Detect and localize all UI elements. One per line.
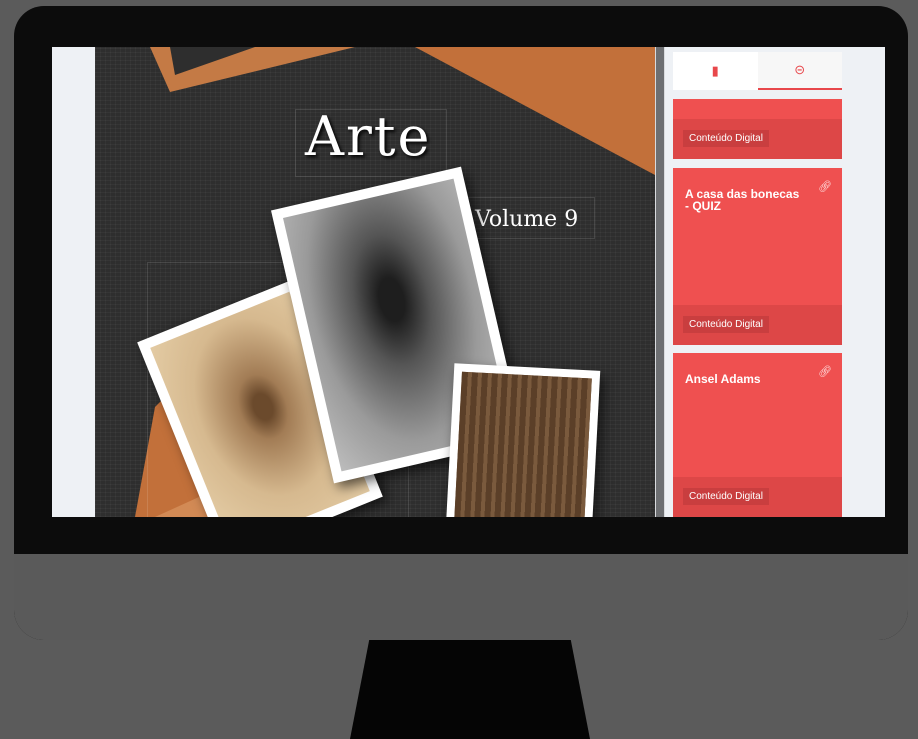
digital-content-badge[interactable]: Conteúdo Digital [683, 488, 769, 505]
screen: Arte Volume 9 ▮ ⊝ Conteúdo Digital 🔗︎ A … [52, 47, 885, 517]
card-title: Ansel Adams [685, 372, 761, 386]
link-icon[interactable]: 🔗︎ [818, 180, 832, 193]
resource-card[interactable]: Conteúdo Digital [673, 99, 842, 159]
card-footer: Conteúdo Digital [673, 305, 842, 345]
sidebar: ▮ ⊝ Conteúdo Digital 🔗︎ A casa das bonec… [665, 47, 885, 517]
card-footer: Conteúdo Digital [673, 477, 842, 517]
orange-triangle-top [415, 47, 655, 175]
sidebar-tabs: ▮ ⊝ [673, 52, 842, 90]
card-title: A casa das bonecas - QUIZ [685, 187, 800, 213]
link-icon[interactable]: 🔗︎ [818, 365, 832, 378]
link-icon: ⊝ [794, 62, 806, 77]
book-icon: ▮ [711, 63, 719, 78]
tab-links[interactable]: ⊝ [757, 52, 842, 90]
card-footer: Conteúdo Digital [673, 119, 842, 159]
digital-content-badge[interactable]: Conteúdo Digital [683, 130, 769, 147]
monitor-chin [14, 554, 908, 640]
cover-title: Arte [305, 105, 432, 168]
book-cover[interactable]: Arte Volume 9 [95, 47, 655, 517]
tab-book[interactable]: ▮ [673, 52, 758, 90]
scrollbar-thumb[interactable] [656, 47, 664, 517]
monitor-stand [350, 640, 590, 739]
resource-card[interactable]: 🔗︎ A casa das bonecas - QUIZ Conteúdo Di… [673, 168, 842, 345]
resource-card[interactable]: 🔗︎ Ansel Adams Conteúdo Digital [673, 353, 842, 517]
digital-content-badge[interactable]: Conteúdo Digital [683, 316, 769, 333]
scrollbar[interactable] [655, 47, 665, 517]
cover-volume: Volume 9 [475, 207, 579, 232]
vintage-camera-photo [445, 363, 601, 517]
